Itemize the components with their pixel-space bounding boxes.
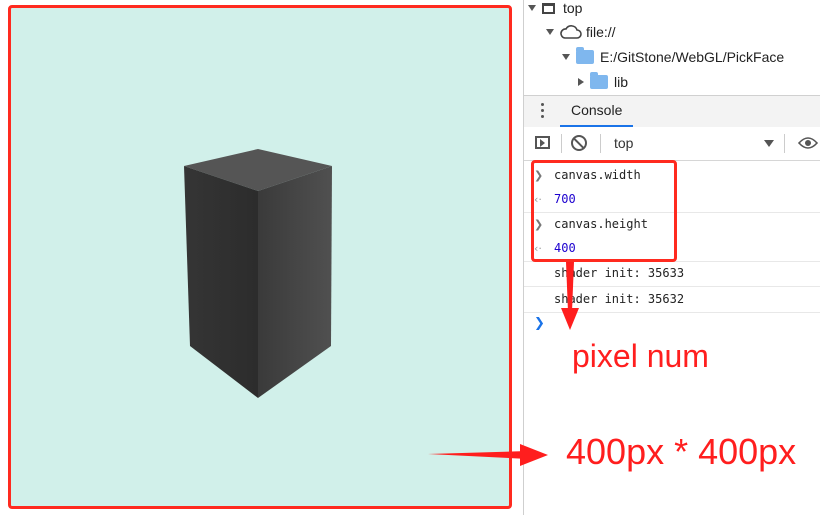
annotation-size: 400px * 400px	[566, 431, 797, 472]
arrow-right	[428, 444, 548, 466]
arrow-down	[561, 262, 579, 330]
annotation-pixel-num: pixel num	[572, 338, 709, 374]
